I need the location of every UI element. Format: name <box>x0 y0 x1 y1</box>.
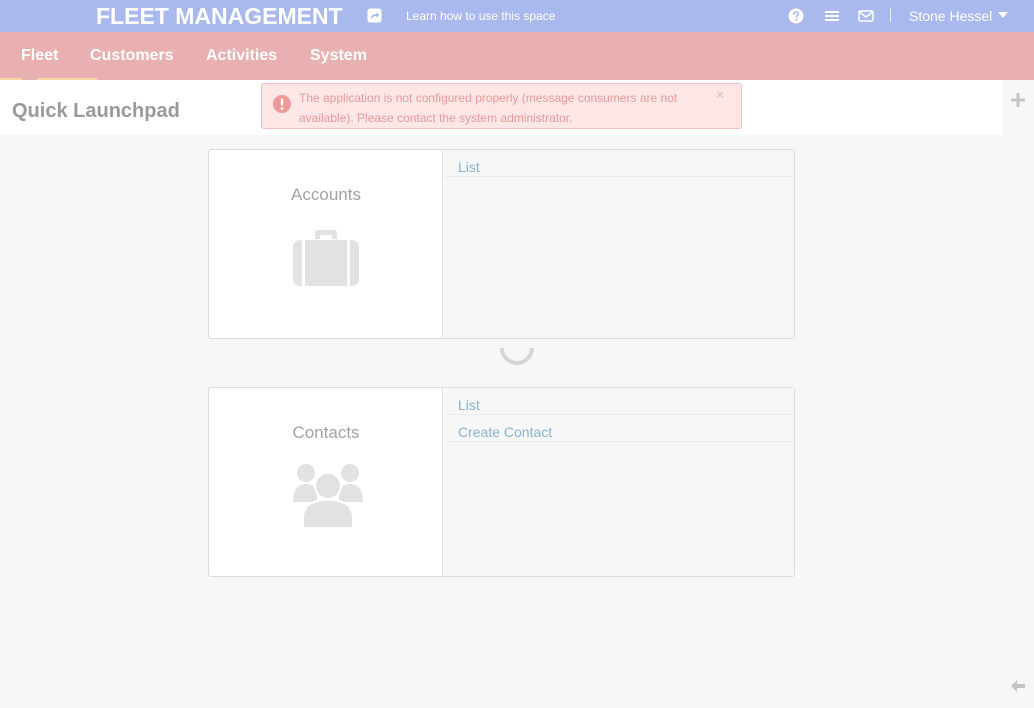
page-title: Quick Launchpad <box>12 100 180 122</box>
question-circle-icon[interactable] <box>788 8 804 24</box>
list-icon[interactable] <box>824 8 840 24</box>
briefcase-icon <box>293 230 359 286</box>
top-header: FLEET MANAGEMENT Learn how to use this s… <box>0 0 1034 32</box>
nav-item-system[interactable]: System <box>310 47 367 65</box>
header-separator <box>890 8 891 22</box>
nav-item-customers[interactable]: Customers <box>90 47 174 65</box>
nav-item-fleet[interactable]: Fleet <box>21 47 58 65</box>
share-icon[interactable] <box>367 8 382 23</box>
card-links: List Create Contact <box>444 388 794 576</box>
app-title[interactable]: FLEET MANAGEMENT <box>96 3 343 30</box>
card-header: Contacts <box>209 388 443 576</box>
card-title[interactable]: Accounts <box>209 185 443 205</box>
caret-down-icon[interactable] <box>998 12 1009 18</box>
contacts-list-link[interactable]: List <box>444 388 794 415</box>
exclamation-circle-icon <box>273 95 291 113</box>
close-icon[interactable]: × <box>716 86 724 102</box>
card-title[interactable]: Contacts <box>209 423 443 443</box>
users-icon <box>293 464 363 528</box>
card-links: List <box>444 150 794 338</box>
main-nav: Fleet Customers Activities System <box>0 32 1034 80</box>
loading-spinner-icon <box>500 347 534 365</box>
launch-card-accounts: Accounts List <box>208 149 795 339</box>
add-widget-icon[interactable] <box>1010 92 1026 108</box>
card-header: Accounts <box>209 150 443 338</box>
nav-item-activities[interactable]: Activities <box>206 47 277 65</box>
error-alert: The application is not configured proper… <box>261 83 742 129</box>
arrow-left-icon[interactable] <box>1010 678 1026 694</box>
envelope-icon[interactable] <box>858 8 874 24</box>
launch-card-contacts: Contacts List Create Contact <box>208 387 795 577</box>
help-link[interactable]: Learn how to use this space <box>406 9 555 23</box>
alert-message: The application is not configured proper… <box>299 91 678 125</box>
accounts-list-link[interactable]: List <box>444 150 794 177</box>
user-name[interactable]: Stone Hessel <box>909 8 992 24</box>
create-contact-link[interactable]: Create Contact <box>444 415 794 442</box>
user-menu[interactable]: Stone Hessel <box>909 8 1009 24</box>
